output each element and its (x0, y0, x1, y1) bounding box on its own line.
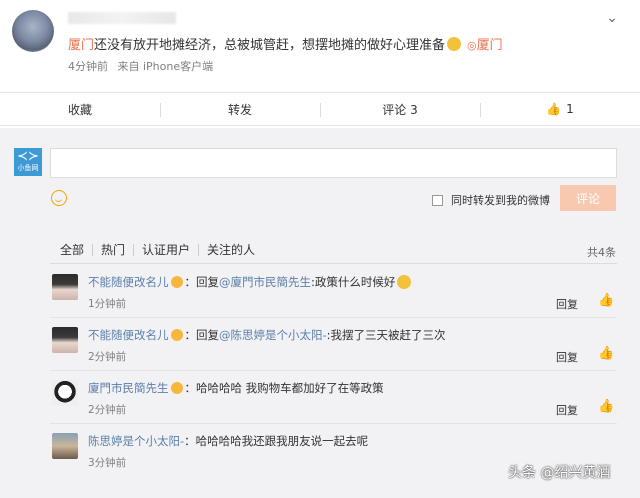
thumbs-up-icon[interactable]: 👍 (598, 346, 614, 361)
forward-label: 同时转发到我的微博 (451, 194, 550, 207)
submit-comment-button[interactable]: 评论 (560, 185, 616, 211)
member-badge-icon (170, 329, 183, 341)
comment-prefix: ：回复 (184, 328, 220, 342)
reply-button[interactable]: 回复 (556, 402, 578, 418)
fish-icon: ≺≻ (17, 149, 39, 164)
comment-prefix: ： (184, 434, 196, 448)
comment-prefix: ：回复 (184, 275, 220, 289)
commenter-name[interactable]: 陈思婷是个小太阳- (88, 434, 184, 448)
like-button[interactable]: 👍 1 (480, 93, 640, 125)
mention-link[interactable]: @廈門市民簡先生 (219, 275, 311, 289)
divider (50, 423, 617, 424)
commenter-name[interactable]: 不能随便改名儿 (88, 275, 169, 289)
brand-label: 小鱼网 (17, 164, 39, 172)
post-body: 还没有放开地摊经济，总被城管赶，想摆地摊的做好心理准备 (94, 38, 446, 53)
comment-total: 共4条 (587, 246, 616, 259)
forward-option[interactable]: 同时转发到我的微博 (432, 192, 550, 208)
comment-line: 廈門市民簡先生 ：哈哈哈哈 我购物车都加好了在等政策 (88, 380, 384, 396)
brand-logo: ≺≻ 小鱼网 (14, 148, 42, 176)
reply-button[interactable]: 回复 (556, 349, 578, 365)
comment-line: 陈思婷是个小太阳-：哈哈哈哈我还跟我朋友说一起去呢 (88, 433, 368, 449)
location-pin-icon: ◎ (467, 39, 477, 52)
reply-button[interactable]: 回复 (556, 296, 578, 312)
like-count: 1 (566, 102, 574, 116)
comment-text: :政策什么时候好 (311, 275, 396, 289)
author-avatar[interactable] (12, 10, 54, 52)
divider (50, 263, 617, 264)
author-name-blurred[interactable] (68, 12, 176, 24)
comment-item: 不能随便改名儿 ：回复@陈思婷是个小太阳-:我摆了三天被赶了三次 2分钟前 回复 … (50, 319, 617, 371)
commenter-name[interactable]: 不能随便改名儿 (88, 328, 169, 342)
emoji-icon[interactable] (51, 190, 67, 206)
thumbs-up-icon[interactable]: 👍 (598, 293, 614, 308)
laugh-emoji-icon (447, 37, 462, 51)
comment-text: :我摆了三天被赶了三次 (326, 328, 446, 342)
divider (50, 317, 617, 318)
chevron-down-icon[interactable]: ⌄ (606, 10, 618, 26)
confused-emoji-icon (397, 275, 412, 289)
member-badge-icon (170, 382, 183, 394)
commenter-avatar[interactable] (52, 274, 78, 300)
divider (50, 370, 617, 371)
filter-all[interactable]: 全部 (58, 244, 92, 256)
post-time[interactable]: 4分钟前 (68, 60, 108, 73)
member-badge-icon (170, 276, 183, 288)
comment-filters: 全部 热门 认证用户 关注的人 (58, 244, 263, 256)
favorite-label: 收藏 (67, 102, 92, 117)
comment-line: 不能随便改名儿 ：回复@陈思婷是个小太阳-:我摆了三天被赶了三次 (88, 327, 446, 343)
post-text: 厦门还没有放开地摊经济，总被城管赶，想摆地摊的做好心理准备 ◎厦门 (68, 34, 503, 53)
commenter-avatar[interactable] (52, 433, 78, 459)
comment-prefix: ： (184, 381, 197, 395)
comment-time: 2分钟前 (88, 404, 127, 416)
comment-label: 评论 3 (382, 102, 418, 117)
commenter-avatar[interactable] (52, 380, 78, 406)
comment-input[interactable] (50, 148, 617, 178)
watermark: 头条 @绍兴黄酒 (508, 465, 611, 481)
thumbs-up-icon: 👍 (546, 102, 562, 116)
post-meta: 4分钟前 来自 iPhone客户端 (68, 58, 213, 74)
filter-hot[interactable]: 热门 (92, 244, 133, 256)
forward-checkbox[interactable] (432, 194, 443, 206)
comment-section: ≺≻ 小鱼网 同时转发到我的微博 评论 全部 热门 认证用户 关注的人 共4条 … (0, 128, 640, 498)
topic-link[interactable]: 厦门 (68, 38, 94, 53)
repost-label: 转发 (227, 102, 252, 117)
repost-button[interactable]: 转发 (160, 93, 320, 125)
comment-item: 不能随便改名儿 ：回复@廈門市民簡先生:政策什么时候好 1分钟前 回复 👍 (50, 266, 617, 318)
comment-text: 哈哈哈哈我还跟我朋友说一起去呢 (195, 434, 369, 448)
post-source: 来自 iPhone客户端 (117, 60, 214, 73)
commenter-name[interactable]: 廈門市民簡先生 (88, 381, 169, 395)
action-bar: 收藏 转发 评论 3 👍 1 (0, 92, 640, 126)
weibo-post: ⌄ 厦门还没有放开地摊经济，总被城管赶，想摆地摊的做好心理准备 ◎厦门 4分钟前 … (0, 0, 640, 128)
filter-verified[interactable]: 认证用户 (133, 244, 198, 256)
comment-line: 不能随便改名儿 ：回复@廈門市民簡先生:政策什么时候好 (88, 274, 412, 290)
comment-time: 1分钟前 (88, 298, 127, 310)
thumbs-up-icon[interactable]: 👍 (598, 399, 614, 414)
favorite-button[interactable]: 收藏 (0, 93, 160, 125)
mention-link[interactable]: @陈思婷是个小太阳- (219, 328, 327, 342)
location-link[interactable]: 厦门 (477, 38, 503, 53)
comment-button[interactable]: 评论 3 (320, 93, 480, 125)
comment-item: 廈門市民簡先生 ：哈哈哈哈 我购物车都加好了在等政策 2分钟前 回复 👍 (50, 372, 617, 424)
commenter-avatar[interactable] (52, 327, 78, 353)
comment-text: 哈哈哈哈 我购物车都加好了在等政策 (196, 381, 384, 395)
filter-following[interactable]: 关注的人 (198, 244, 263, 256)
comment-time: 3分钟前 (88, 457, 127, 469)
comment-time: 2分钟前 (88, 351, 127, 363)
